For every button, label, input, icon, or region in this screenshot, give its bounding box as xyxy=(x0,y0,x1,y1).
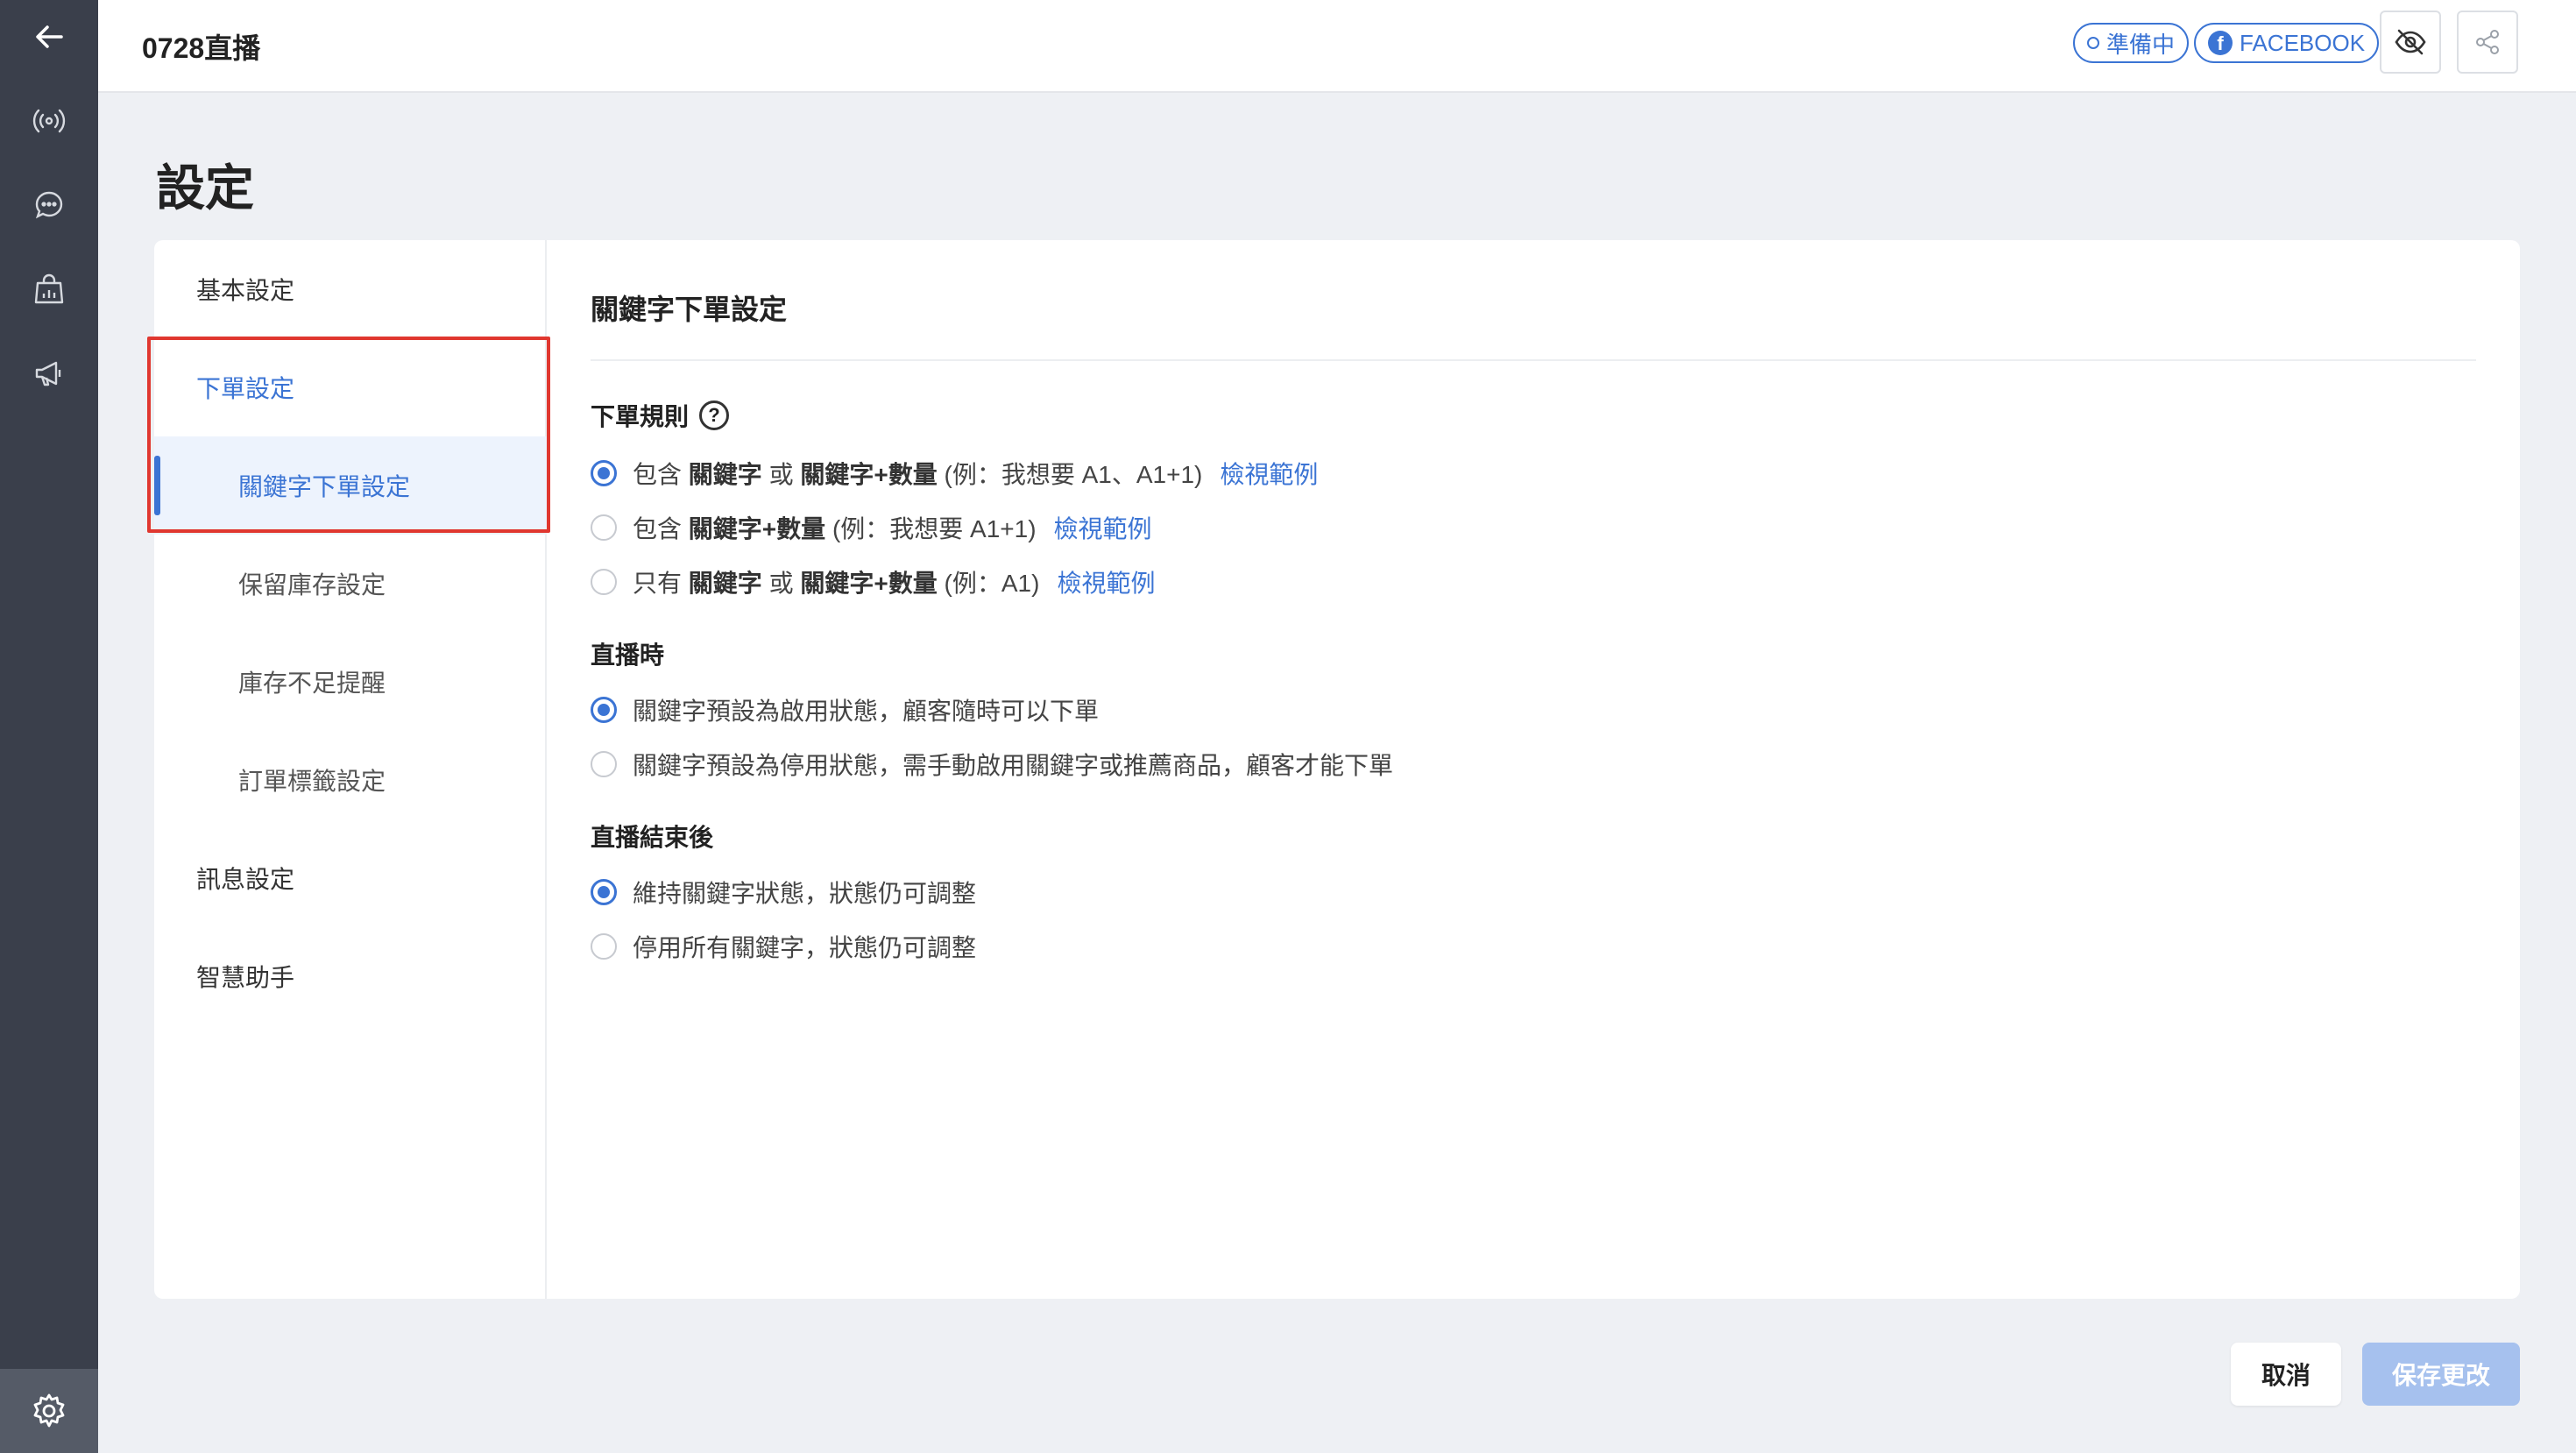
option-or: 或 xyxy=(768,570,794,597)
order-rules-label-text: 下單規則 xyxy=(591,403,690,430)
radio-checked[interactable] xyxy=(591,697,617,723)
settings-content: 關鍵字下單設定 下單規則 ? 包含 關鍵字 或 關鍵字+數量 (例：我想要 A1… xyxy=(547,240,2520,1299)
shopping-bag-chart-icon[interactable] xyxy=(25,265,74,314)
broadcast-icon[interactable] xyxy=(25,96,74,145)
sidenav-item-keyword-order[interactable]: 關鍵字下單設定 xyxy=(154,436,547,535)
during-live-option-1[interactable]: 關鍵字預設為啟用狀態，顧客隨時可以下單 xyxy=(591,692,1099,727)
radio-unchecked[interactable] xyxy=(591,514,617,541)
sidenav-item-order-tag[interactable]: 訂單標籤設定 xyxy=(154,731,547,829)
option-text: 關鍵字預設為停用狀態，需手動啟用關鍵字或推薦商品，顧客才能下單 xyxy=(633,752,1394,779)
settings-card: 基本設定 下單設定 關鍵字下單設定 保留庫存設定 庫存不足提醒 訂單標籤設定 訊… xyxy=(147,240,2520,1299)
radio-checked[interactable] xyxy=(591,879,617,905)
during-live-label: 直播時 xyxy=(591,641,665,669)
sidenav-item-reserve-stock[interactable]: 保留庫存設定 xyxy=(154,535,547,633)
after-live-label: 直播結束後 xyxy=(591,824,714,851)
page-title: 設定 xyxy=(156,160,254,216)
option-prefix: 包含 xyxy=(633,461,683,488)
radio-checked[interactable] xyxy=(591,460,617,486)
status-badge-label: 準備中 xyxy=(2106,31,2176,58)
radio-unchecked[interactable] xyxy=(591,751,617,777)
settings-sidenav: 基本設定 下單設定 關鍵字下單設定 保留庫存設定 庫存不足提醒 訂單標籤設定 訊… xyxy=(147,240,550,1299)
sidenav-item-basic[interactable]: 基本設定 xyxy=(154,240,547,338)
divider xyxy=(591,359,2476,361)
platform-badge: f FACEBOOK xyxy=(2194,23,2380,63)
back-arrow-icon[interactable] xyxy=(25,12,74,61)
order-rules-label: 下單規則 ? xyxy=(591,398,730,433)
option-keyword-qty: 關鍵字+數量 xyxy=(800,461,938,488)
save-changes-button[interactable]: 保存更改 xyxy=(2362,1343,2520,1406)
status-badge: 準備中 xyxy=(2073,23,2190,63)
question-mark-icon[interactable]: ? xyxy=(699,400,730,430)
option-or: 或 xyxy=(768,461,794,488)
option-keyword: 關鍵字 xyxy=(688,570,762,597)
option-example: (例：我想要 A1、A1+1) xyxy=(944,461,1203,488)
sidenav-item-message[interactable]: 訊息設定 xyxy=(154,829,547,927)
view-example-link[interactable]: 檢視範例 xyxy=(1057,564,1155,599)
sidenav-item-order[interactable]: 下單設定 xyxy=(154,338,547,436)
option-text: 關鍵字預設為啟用狀態，顧客隨時可以下單 xyxy=(633,698,1100,725)
after-live-option-2[interactable]: 停用所有關鍵字，狀態仍可調整 xyxy=(591,929,976,964)
cancel-button[interactable]: 取消 xyxy=(2231,1343,2341,1406)
after-live-option-1[interactable]: 維持關鍵字狀態，狀態仍可調整 xyxy=(591,875,976,910)
option-keyword: 關鍵字 xyxy=(688,461,762,488)
facebook-icon: f xyxy=(2208,31,2233,55)
platform-badge-label: FACEBOOK xyxy=(2240,29,2366,56)
megaphone-icon[interactable] xyxy=(25,349,74,398)
option-example: (例：A1) xyxy=(944,570,1040,597)
share-icon xyxy=(2476,30,2499,54)
view-example-link[interactable]: 檢視範例 xyxy=(1054,510,1152,545)
gear-icon xyxy=(33,1393,65,1428)
option-keyword-qty: 關鍵字+數量 xyxy=(688,515,826,542)
sidenav-item-low-stock[interactable]: 庫存不足提醒 xyxy=(154,633,547,731)
option-keyword-qty: 關鍵字+數量 xyxy=(800,570,938,597)
eye-off-icon xyxy=(2395,29,2426,55)
option-prefix: 只有 xyxy=(633,570,683,597)
order-rule-option-1[interactable]: 包含 關鍵字 或 關鍵字+數量 (例：我想要 A1、A1+1) 檢視範例 xyxy=(591,456,1318,491)
sidenav-item-assistant[interactable]: 智慧助手 xyxy=(154,927,547,1025)
view-example-link[interactable]: 檢視範例 xyxy=(1220,456,1318,491)
toggle-visibility-button[interactable] xyxy=(2380,11,2441,74)
option-example: (例：我想要 A1+1) xyxy=(832,515,1037,542)
option-prefix: 包含 xyxy=(633,515,683,542)
app-sidebar xyxy=(0,0,98,1453)
order-rule-option-2[interactable]: 包含 關鍵字+數量 (例：我想要 A1+1) 檢視範例 xyxy=(591,510,1152,545)
option-text: 停用所有關鍵字，狀態仍可調整 xyxy=(633,934,977,961)
radio-unchecked[interactable] xyxy=(591,933,617,960)
share-button[interactable] xyxy=(2457,11,2518,74)
order-rule-option-3[interactable]: 只有 關鍵字 或 關鍵字+數量 (例：A1) 檢視範例 xyxy=(591,564,1155,599)
status-dot-icon xyxy=(2087,37,2099,49)
option-text: 維持關鍵字狀態，狀態仍可調整 xyxy=(633,880,977,907)
top-header: 0728直播 準備中 f FACEBOOK xyxy=(98,0,2576,93)
settings-nav[interactable] xyxy=(0,1369,98,1453)
radio-unchecked[interactable] xyxy=(591,569,617,595)
during-live-option-2[interactable]: 關鍵字預設為停用狀態，需手動啟用關鍵字或推薦商品，顧客才能下單 xyxy=(591,747,1393,782)
chat-icon[interactable] xyxy=(25,181,74,230)
content-title: 關鍵字下單設定 xyxy=(591,294,788,325)
live-title: 0728直播 xyxy=(142,32,261,64)
